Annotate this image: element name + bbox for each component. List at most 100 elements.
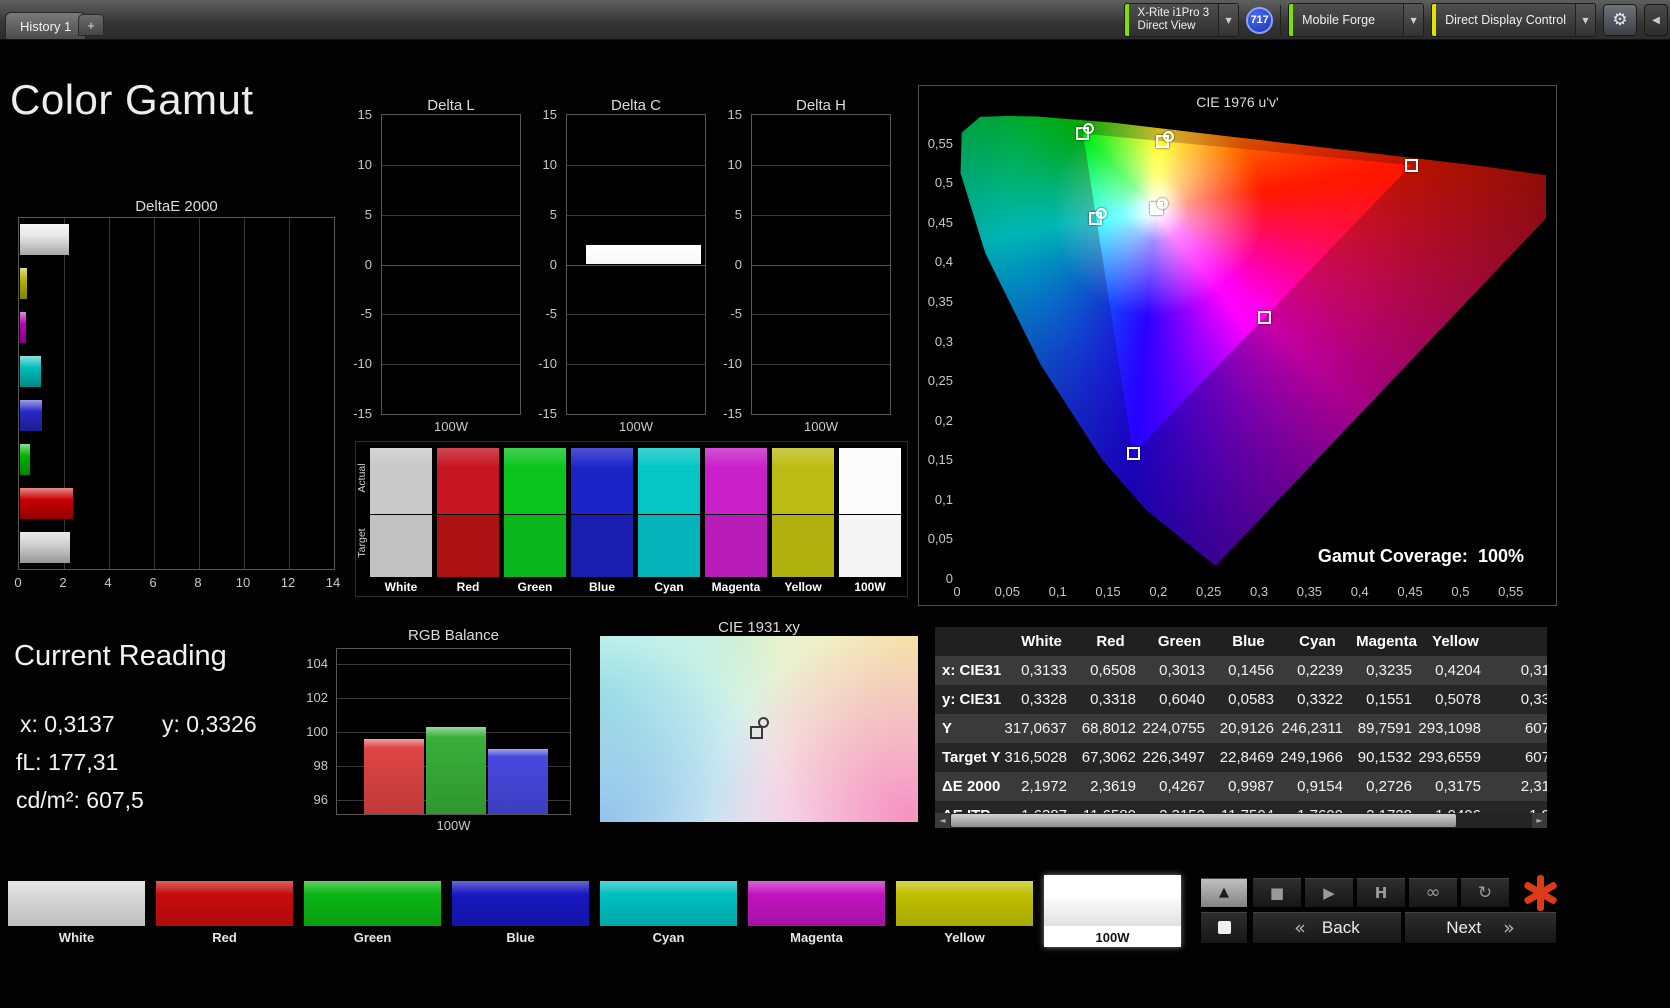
delta-l-title: Delta L: [427, 97, 475, 114]
chevron-down-icon[interactable]: ▼: [1218, 4, 1239, 36]
axis-tick-label: 0,05: [994, 584, 1020, 599]
delta-h-plot: [751, 114, 891, 415]
meter-dropdown[interactable]: X-Rite i1Pro 3 Direct View ▼: [1123, 3, 1240, 37]
meter-mode: Direct View: [1137, 20, 1196, 32]
cie1976-diagram: [957, 116, 1546, 579]
continuous-read-button[interactable]: ∞: [1408, 877, 1458, 908]
table-cell: 249,1966: [1280, 743, 1352, 772]
table-cell: 224,0755: [1142, 714, 1214, 743]
display-control-dropdown[interactable]: Direct Display Control ▼: [1431, 3, 1596, 37]
back-button[interactable]: « Back: [1252, 911, 1402, 944]
table-cell: x: CIE31: [935, 656, 1007, 685]
settings-gear-button[interactable]: ⚙: [1603, 4, 1637, 36]
axis-tick-label: 0,05: [927, 531, 953, 547]
table-cell: 0,3013: [1145, 656, 1214, 685]
axis-tick-label: 2: [59, 575, 67, 590]
collapse-panel-button[interactable]: ◀: [1644, 4, 1668, 36]
delta-h-y-axis: 15 10 5 0 -5 -10 -15: [710, 107, 746, 427]
meter-count-badge: 717: [1246, 6, 1274, 34]
source-dropdown[interactable]: Mobile Forge ▼: [1288, 3, 1425, 37]
table-cell: 0,6508: [1076, 656, 1145, 685]
current-reading-x: x: 0,3137: [20, 711, 115, 737]
scrollbar-thumb[interactable]: [951, 814, 1456, 827]
next-chevrons-icon: »: [1503, 916, 1515, 939]
target-row-label: Target: [356, 528, 368, 558]
pattern-swatch-red[interactable]: Red: [156, 875, 293, 947]
rgb-bar-red: [364, 738, 424, 814]
axis-tick-label: 0,5: [934, 175, 953, 191]
axis-tick-label: 0,55: [1498, 584, 1524, 599]
table-cell: 90,1532: [1352, 743, 1421, 772]
delta-h-title: Delta H: [795, 97, 847, 114]
axis-tick-label: 15: [727, 107, 742, 122]
rgb-balance-y-axis: 104 102 100 98 96: [296, 641, 332, 811]
back-label: Back: [1321, 917, 1360, 937]
chevron-down-icon[interactable]: ▼: [1575, 4, 1595, 36]
hold-button[interactable]: H: [1356, 877, 1406, 908]
table-cell: 0,4267: [1145, 772, 1214, 801]
axis-tick-label: 100: [306, 724, 328, 739]
actual-swatch-magenta: [705, 448, 767, 514]
swatch-color: [156, 881, 293, 926]
axis-tick-label: 0: [14, 575, 22, 590]
pattern-swatch-cyan[interactable]: Cyan: [600, 875, 737, 947]
pattern-swatch-yellow[interactable]: Yellow: [896, 875, 1033, 947]
blue-target-marker: [1126, 447, 1140, 461]
table-cell: 89,7591: [1352, 714, 1421, 743]
table-cell: 316,5028: [1004, 743, 1076, 772]
chevron-down-icon[interactable]: ▼: [1403, 4, 1424, 36]
infinity-icon: ∞: [1425, 882, 1441, 903]
scroll-left-icon[interactable]: ◄: [935, 813, 950, 828]
delta-l-plot: [381, 114, 521, 415]
table-cell: 0,3175: [1421, 772, 1490, 801]
next-button[interactable]: Next »: [1404, 911, 1557, 944]
pattern-swatch-magenta[interactable]: Magenta: [748, 875, 885, 947]
axis-tick-label: 98: [313, 758, 328, 773]
table-cell: 0,3322: [1283, 685, 1352, 714]
stop-button[interactable]: ■: [1252, 877, 1302, 908]
tab-history-1[interactable]: History 1: [5, 12, 87, 39]
results-table-scrollbar[interactable]: ◄ ►: [935, 813, 1547, 828]
cie1976-panel: CIE 1976 u'v' 0,55 0,5 0,45 0,4 0,35 0,3 0,25 0…: [918, 85, 1557, 606]
refresh-button[interactable]: ↻: [1460, 877, 1510, 908]
axis-tick-label: 0,4: [1350, 584, 1369, 599]
axis-tick-label: 96: [313, 792, 328, 807]
table-cell: 0,3133: [1007, 656, 1076, 685]
display-control-name: Direct Display Control: [1445, 12, 1566, 27]
cie1931-diagram: [600, 636, 918, 822]
axis-tick-label: 0,1: [934, 491, 953, 507]
scroll-right-icon[interactable]: ►: [1532, 813, 1547, 828]
pattern-swatch-green[interactable]: Green: [304, 875, 441, 947]
play-button[interactable]: ▶: [1304, 877, 1354, 908]
current-reading-y: y: 0,3326: [162, 711, 257, 737]
delta-c-y-axis: 15 10 5 0 -5 -10 -15: [525, 107, 561, 427]
deltae-bar-100w: [20, 532, 70, 563]
plus-icon: +: [87, 17, 95, 33]
add-tab-button[interactable]: +: [78, 14, 104, 36]
pattern-swatch-100w[interactable]: 100W: [1044, 875, 1181, 947]
stop-pattern-button[interactable]: [1200, 911, 1248, 944]
up-arrow-button[interactable]: ▲: [1200, 877, 1248, 908]
rgb-bar-green: [426, 726, 486, 814]
swatch-column-label: Cyan: [654, 580, 684, 594]
axis-tick-label: 104: [306, 656, 328, 671]
table-cell: Cyan: [1283, 627, 1352, 656]
pattern-swatch-blue[interactable]: Blue: [452, 875, 589, 947]
table-cell: 0,4204: [1421, 656, 1490, 685]
swatch-label: Magenta: [790, 930, 843, 945]
swatch-label: Blue: [506, 930, 535, 945]
axis-tick-label: 10: [727, 156, 742, 172]
axis-tick-label: 0,4: [934, 254, 953, 270]
axis-tick-label: 102: [306, 690, 328, 705]
rgb-balance-plot: [336, 648, 571, 815]
swatch-compare-grid: White Red Green Blue Cyan Magenta Yellow 100W: [370, 448, 906, 598]
axis-tick-label: 0,3: [934, 333, 953, 349]
next-label: Next: [1446, 917, 1482, 937]
table-cell: y: CIE31: [935, 685, 1007, 714]
swatch-column-label: Magenta: [711, 580, 761, 594]
gridline: [567, 164, 705, 166]
pattern-swatch-white[interactable]: White: [8, 875, 145, 947]
axis-tick-label: 0,25: [1196, 584, 1222, 599]
axis-tick-label: -10: [723, 356, 742, 372]
table-cell: 607: [1490, 743, 1547, 772]
